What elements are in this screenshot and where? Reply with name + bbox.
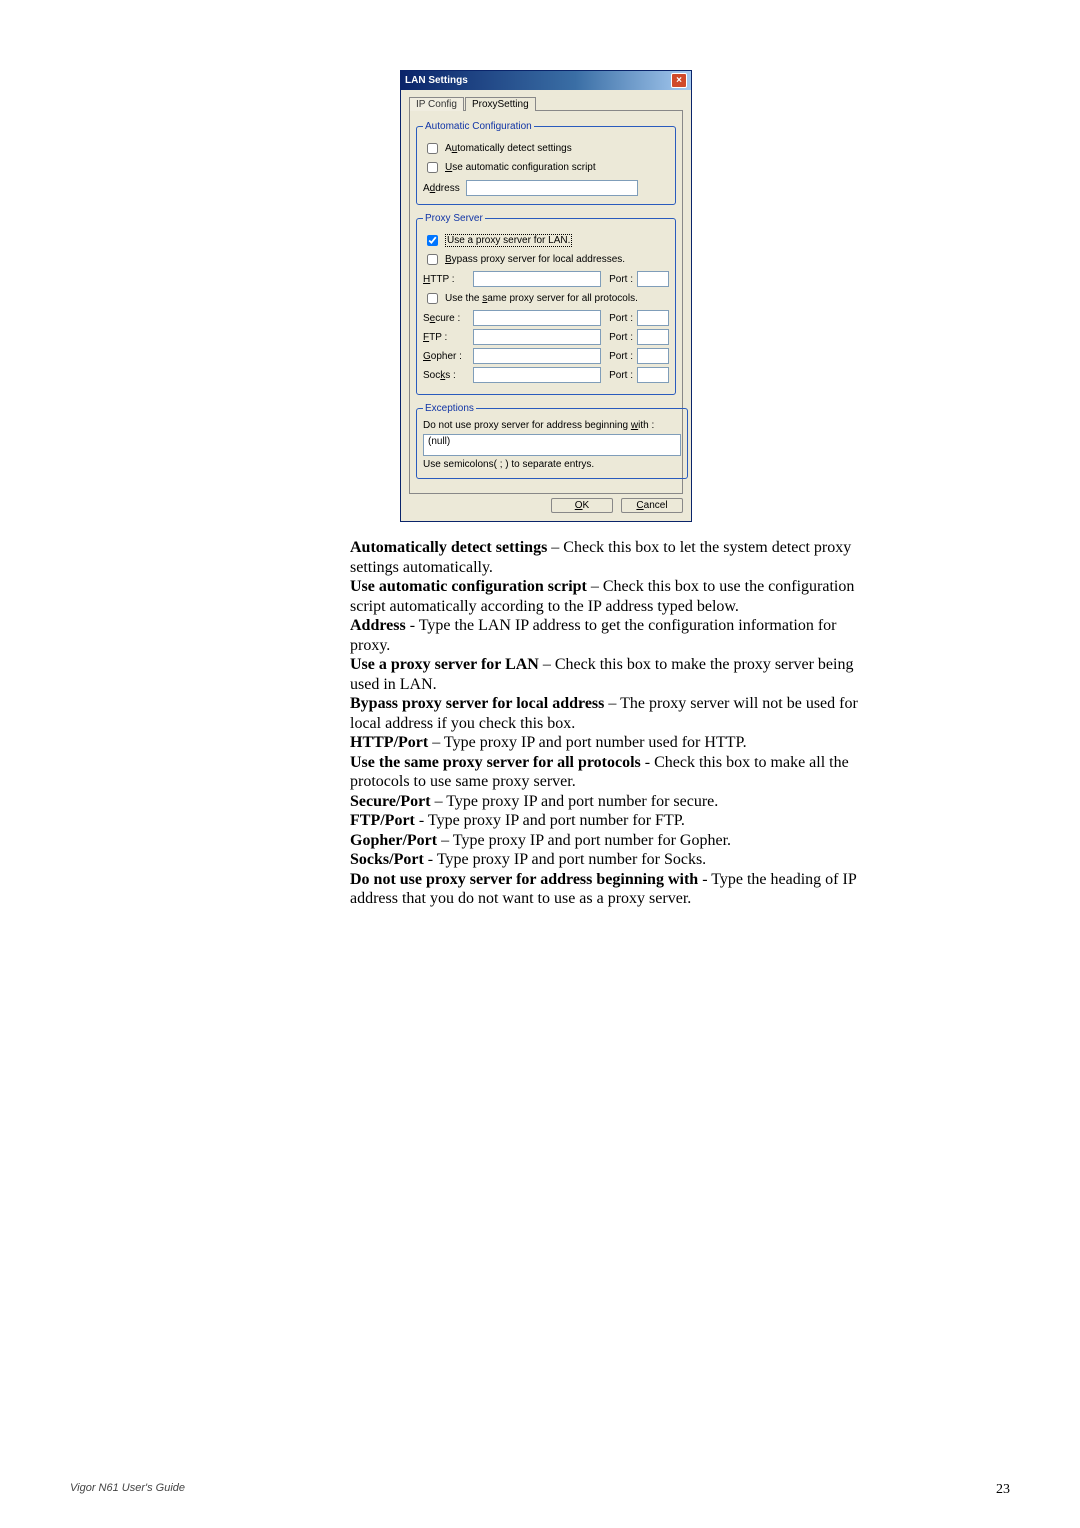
- secure-port-input[interactable]: [637, 310, 669, 326]
- page-footer: Vigor N61 User's Guide 23: [70, 1482, 1010, 1498]
- ftp-port-input[interactable]: [637, 329, 669, 345]
- tab-strip: IP Config ProxySetting: [409, 96, 683, 110]
- bypass-local-label: Bypass proxy server for local addresses.: [445, 254, 625, 265]
- proxy-server-legend: Proxy Server: [423, 213, 485, 224]
- auto-detect-label: Automatically detect settings: [445, 143, 572, 154]
- automatic-configuration-group: Automatic Configuration Automatically de…: [416, 121, 676, 205]
- secure-host-input[interactable]: [473, 310, 601, 326]
- dialog-titlebar: LAN Settings ×: [401, 71, 691, 90]
- socks-label: Socks :: [423, 370, 469, 381]
- http-port-input[interactable]: [637, 271, 669, 287]
- secure-label: Secure :: [423, 313, 469, 324]
- gopher-host-input[interactable]: [473, 348, 601, 364]
- bypass-local-checkbox[interactable]: [427, 254, 438, 265]
- footer-page-number: 23: [996, 1482, 1010, 1498]
- exceptions-heading: Do not use proxy server for address begi…: [423, 420, 681, 431]
- ftp-port-label: Port :: [605, 332, 633, 343]
- use-script-label: Use automatic configuration script: [445, 162, 596, 173]
- same-proxy-checkbox[interactable]: [427, 293, 438, 304]
- ftp-label: FTP :: [423, 332, 469, 343]
- use-proxy-checkbox[interactable]: [427, 235, 438, 246]
- tab-proxy-setting[interactable]: ProxySetting: [465, 97, 536, 111]
- exceptions-group: Exceptions Do not use proxy server for a…: [416, 403, 688, 479]
- socks-port-label: Port :: [605, 370, 633, 381]
- automatic-configuration-legend: Automatic Configuration: [423, 121, 534, 132]
- footer-guide-title: Vigor N61 User's Guide: [70, 1482, 185, 1498]
- gopher-port-input[interactable]: [637, 348, 669, 364]
- tab-panel: Automatic Configuration Automatically de…: [409, 110, 683, 494]
- close-icon[interactable]: ×: [671, 73, 687, 88]
- use-proxy-label: Use a proxy server for LAN.: [445, 235, 572, 246]
- gopher-label: Gopher :: [423, 351, 469, 362]
- address-input[interactable]: [466, 180, 638, 196]
- exceptions-legend: Exceptions: [423, 403, 476, 414]
- ok-button[interactable]: OK: [551, 498, 613, 513]
- secure-port-label: Port :: [605, 313, 633, 324]
- description-text: Automatically detect settings – Check th…: [350, 538, 870, 909]
- exceptions-input[interactable]: (null): [423, 434, 681, 456]
- address-label: Address: [423, 183, 460, 194]
- cancel-button[interactable]: Cancel: [621, 498, 683, 513]
- http-label: HTTP :: [423, 274, 469, 285]
- dialog-title: LAN Settings: [405, 75, 468, 86]
- socks-port-input[interactable]: [637, 367, 669, 383]
- ftp-host-input[interactable]: [473, 329, 601, 345]
- tab-ip-config[interactable]: IP Config: [409, 97, 464, 111]
- socks-host-input[interactable]: [473, 367, 601, 383]
- proxy-server-group: Proxy Server Use a proxy server for LAN.…: [416, 213, 676, 395]
- http-port-label: Port :: [605, 274, 633, 285]
- http-host-input[interactable]: [473, 271, 601, 287]
- auto-detect-checkbox[interactable]: [427, 143, 438, 154]
- use-script-checkbox[interactable]: [427, 162, 438, 173]
- lan-settings-dialog: LAN Settings × IP Config ProxySetting Au…: [400, 70, 692, 522]
- same-proxy-label: Use the same proxy server for all protoc…: [445, 293, 638, 304]
- exceptions-hint: Use semicolons( ; ) to separate entrys.: [423, 459, 681, 470]
- gopher-port-label: Port :: [605, 351, 633, 362]
